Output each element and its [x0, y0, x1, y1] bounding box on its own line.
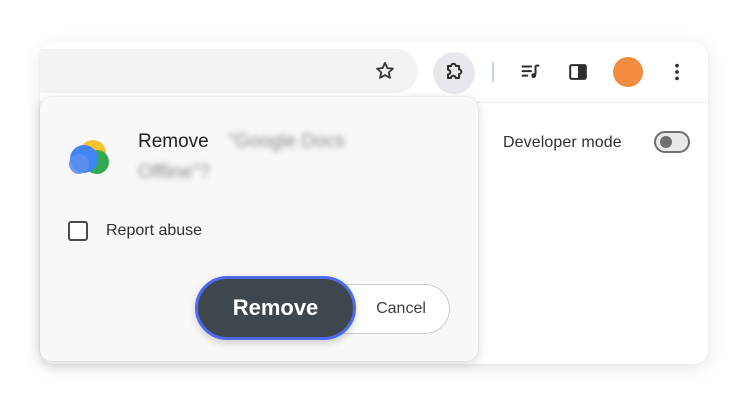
dialog-title: Remove [138, 131, 209, 152]
report-abuse-label[interactable]: Report abuse [106, 221, 202, 241]
toggle-knob [660, 136, 672, 148]
media-control-icon[interactable] [516, 58, 544, 86]
more-vert-icon[interactable] [663, 58, 691, 86]
star-icon[interactable] [372, 58, 398, 84]
avatar[interactable] [613, 57, 643, 87]
cancel-button[interactable]: Cancel [343, 284, 450, 334]
extension-name-line1: "Google Docs [228, 131, 345, 152]
browser-toolbar [40, 42, 708, 103]
developer-mode-toggle[interactable] [654, 131, 690, 153]
puzzle-icon [442, 59, 466, 88]
remove-extension-dialog: Remove "Google Docs Offline"? Report abu… [40, 97, 478, 361]
extensions-button[interactable] [433, 52, 475, 94]
developer-mode-label: Developer mode [503, 134, 622, 151]
extension-logo-icon [65, 137, 111, 179]
remove-button[interactable]: Remove [195, 276, 356, 340]
report-abuse-checkbox[interactable] [68, 221, 88, 241]
address-bar[interactable] [40, 49, 418, 93]
side-panel-icon[interactable] [564, 58, 592, 86]
extension-name-line2: Offline"? [138, 162, 210, 183]
toolbar-separator [492, 62, 494, 82]
